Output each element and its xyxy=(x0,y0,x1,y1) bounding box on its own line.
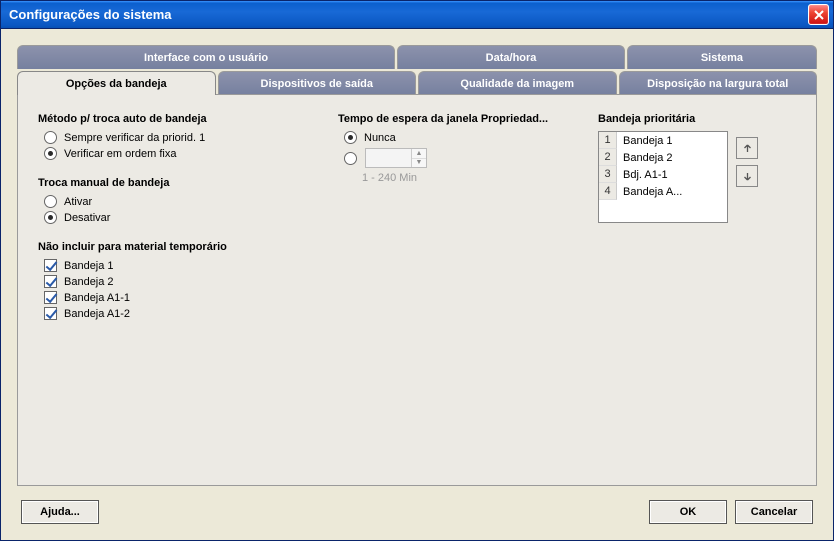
radio-timeout-value-row: ▲ ▼ xyxy=(344,148,568,168)
priority-list[interactable]: 1 Bandeja 1 2 Bandeja 2 3 Bdj. A1-1 xyxy=(598,131,728,223)
tab-output-devices-label: Dispositivos de saída xyxy=(261,78,373,90)
radio-icon xyxy=(44,211,57,224)
column-left: Método p/ troca auto de bandeja Sempre v… xyxy=(38,113,308,471)
move-down-button[interactable] xyxy=(736,165,758,187)
tab-full-width-layout[interactable]: Disposição na largura total xyxy=(619,71,818,95)
radio-label: Verificar em ordem fixa xyxy=(64,148,176,160)
ok-button[interactable]: OK xyxy=(649,500,727,524)
radio-disable-manual[interactable]: Desativar xyxy=(44,211,308,224)
group-manual-switch-title: Troca manual de bandeja xyxy=(38,177,308,189)
group-priority: Bandeja prioritária 1 Bandeja 1 2 Bandej… xyxy=(598,113,796,223)
radio-enable-manual[interactable]: Ativar xyxy=(44,195,308,208)
ok-button-label: OK xyxy=(680,506,697,518)
group-auto-switch-title: Método p/ troca auto de bandeja xyxy=(38,113,308,125)
move-up-button[interactable] xyxy=(736,137,758,159)
checkbox-icon xyxy=(44,307,57,320)
radio-timeout-never[interactable]: Nunca xyxy=(344,131,568,144)
priority-label: Bandeja 2 xyxy=(617,152,727,164)
radio-timeout-value[interactable] xyxy=(344,152,357,165)
radio-label: Sempre verificar da priorid. 1 xyxy=(64,132,205,144)
help-button[interactable]: Ajuda... xyxy=(21,500,99,524)
priority-box: 1 Bandeja 1 2 Bandeja 2 3 Bdj. A1-1 xyxy=(598,131,796,223)
tab-system[interactable]: Sistema xyxy=(627,45,817,69)
checkbox-label: Bandeja 2 xyxy=(64,276,114,288)
column-middle: Tempo de espera da janela Propriedad... … xyxy=(338,113,568,471)
radio-icon xyxy=(44,195,57,208)
radio-label: Desativar xyxy=(64,212,110,224)
checkbox-label: Bandeja A1-2 xyxy=(64,308,130,320)
check-bandeja-2[interactable]: Bandeja 2 xyxy=(44,275,308,288)
group-priority-title: Bandeja prioritária xyxy=(598,113,796,125)
tab-interface-label: Interface com o usuário xyxy=(144,52,268,64)
window: Configurações do sistema Interface com o… xyxy=(0,0,834,541)
priority-row-3[interactable]: 3 Bdj. A1-1 xyxy=(599,166,727,183)
button-right-group: OK Cancelar xyxy=(649,500,813,524)
spinner-down-icon[interactable]: ▼ xyxy=(412,159,426,168)
group-timeout-title: Tempo de espera da janela Propriedad... xyxy=(338,113,568,125)
arrow-down-icon xyxy=(743,172,752,181)
priority-label: Bdj. A1-1 xyxy=(617,169,727,181)
radio-icon xyxy=(44,147,57,160)
priority-label: Bandeja A... xyxy=(617,186,727,198)
radio-always-check-priority-1[interactable]: Sempre verificar da priorid. 1 xyxy=(44,131,308,144)
checkbox-icon xyxy=(44,275,57,288)
radio-icon xyxy=(44,131,57,144)
tab-image-quality[interactable]: Qualidade da imagem xyxy=(418,71,617,95)
tab-interface[interactable]: Interface com o usuário xyxy=(17,45,395,69)
priority-row-2[interactable]: 2 Bandeja 2 xyxy=(599,149,727,166)
radio-icon xyxy=(344,131,357,144)
group-exclude-title: Não incluir para material temporário xyxy=(38,241,308,253)
help-button-label: Ajuda... xyxy=(40,506,80,518)
client-area: Interface com o usuário Data/hora Sistem… xyxy=(1,29,833,540)
checkbox-label: Bandeja 1 xyxy=(64,260,114,272)
check-bandeja-1[interactable]: Bandeja 1 xyxy=(44,259,308,272)
checkbox-icon xyxy=(44,259,57,272)
tab-system-label: Sistema xyxy=(701,52,743,64)
tab-datetime[interactable]: Data/hora xyxy=(397,45,625,69)
spinner-input[interactable] xyxy=(366,149,411,167)
priority-index: 2 xyxy=(599,149,617,166)
timeout-hint: 1 - 240 Min xyxy=(362,172,568,184)
checkbox-icon xyxy=(44,291,57,304)
priority-index: 4 xyxy=(599,183,617,200)
priority-label: Bandeja 1 xyxy=(617,135,727,147)
window-title: Configurações do sistema xyxy=(9,7,172,22)
priority-row-1[interactable]: 1 Bandeja 1 xyxy=(599,132,727,149)
radio-check-fixed-order[interactable]: Verificar em ordem fixa xyxy=(44,147,308,160)
priority-row-4[interactable]: 4 Bandeja A... xyxy=(599,183,727,200)
tab-image-quality-label: Qualidade da imagem xyxy=(460,78,574,90)
group-timeout: Tempo de espera da janela Propriedad... … xyxy=(338,113,568,184)
button-bar: Ajuda... OK Cancelar xyxy=(17,496,817,532)
cancel-button-label: Cancelar xyxy=(751,506,797,518)
priority-move-buttons xyxy=(736,137,758,187)
spinner-up-icon[interactable]: ▲ xyxy=(412,149,426,159)
column-right: Bandeja prioritária 1 Bandeja 1 2 Bandej… xyxy=(598,113,796,471)
timeout-spinner[interactable]: ▲ ▼ xyxy=(365,148,427,168)
tab-tray-options-label: Opções da bandeja xyxy=(66,78,167,90)
tab-output-devices[interactable]: Dispositivos de saída xyxy=(218,71,417,95)
titlebar: Configurações do sistema xyxy=(1,1,833,29)
radio-label: Ativar xyxy=(64,196,92,208)
check-bandeja-a1-2[interactable]: Bandeja A1-2 xyxy=(44,307,308,320)
group-auto-switch: Método p/ troca auto de bandeja Sempre v… xyxy=(38,113,308,163)
priority-index: 1 xyxy=(599,132,617,149)
close-icon xyxy=(814,10,824,20)
group-exclude-temp: Não incluir para material temporário Ban… xyxy=(38,241,308,323)
tab-full-width-layout-label: Disposição na largura total xyxy=(647,78,788,90)
spinner-buttons: ▲ ▼ xyxy=(411,149,426,167)
tabs-row-1: Interface com o usuário Data/hora Sistem… xyxy=(17,45,817,69)
radio-label: Nunca xyxy=(364,132,396,144)
close-button[interactable] xyxy=(808,4,829,25)
cancel-button[interactable]: Cancelar xyxy=(735,500,813,524)
arrow-up-icon xyxy=(743,144,752,153)
check-bandeja-a1-1[interactable]: Bandeja A1-1 xyxy=(44,291,308,304)
priority-index: 3 xyxy=(599,166,617,183)
tab-tray-options[interactable]: Opções da bandeja xyxy=(17,71,216,95)
tabs-row-2: Opções da bandeja Dispositivos de saída … xyxy=(17,71,817,95)
group-manual-switch: Troca manual de bandeja Ativar Desativar xyxy=(38,177,308,227)
tab-datetime-label: Data/hora xyxy=(486,52,537,64)
checkbox-label: Bandeja A1-1 xyxy=(64,292,130,304)
panel-tray-options: Método p/ troca auto de bandeja Sempre v… xyxy=(17,94,817,486)
